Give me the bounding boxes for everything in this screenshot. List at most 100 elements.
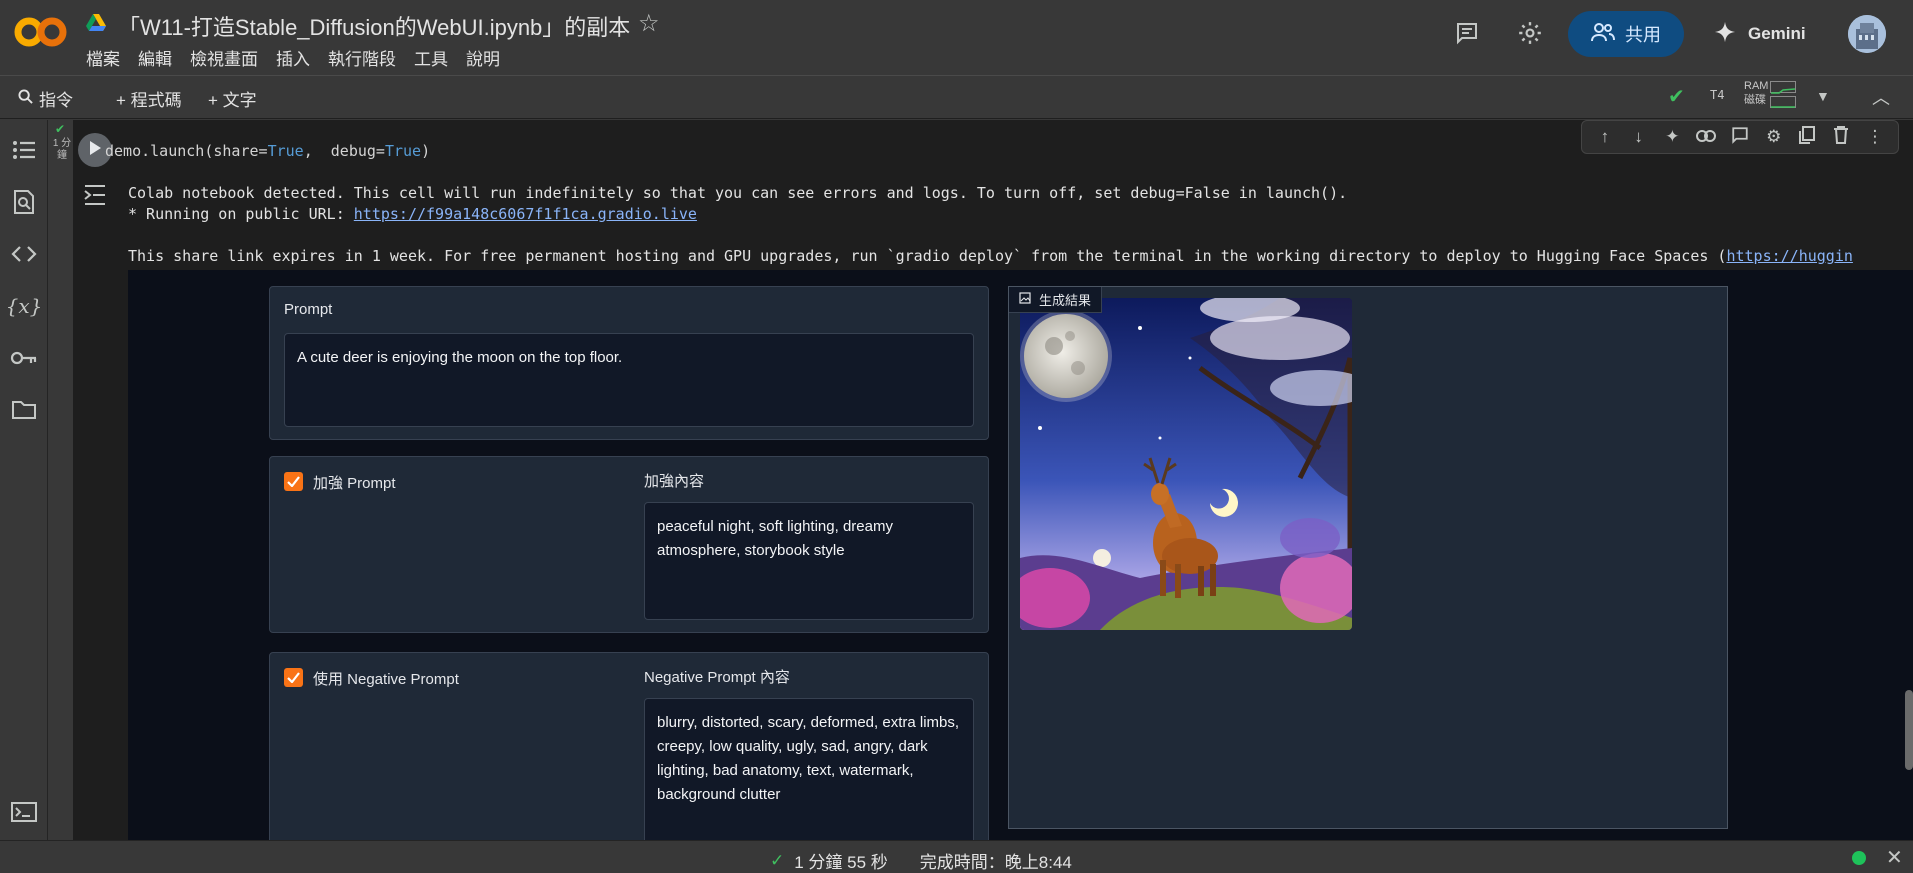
prompt-textbox[interactable]: A cute deer is enjoying the moon on the …: [284, 333, 974, 427]
code-true-debug: True: [384, 142, 422, 160]
resource-labels[interactable]: RAM 磁碟: [1744, 79, 1768, 107]
execution-status[interactable]: ✓ 1 分鐘 55 秒 完成時間：晚上8:44: [770, 848, 1072, 873]
header: 「W11-打造Stable_Diffusion的WebUI.ipynb」的副本 …: [0, 0, 1913, 75]
code-mid: , debug=: [303, 142, 385, 160]
menu-item-insert[interactable]: 插入: [276, 45, 310, 70]
variables-icon[interactable]: {x}: [6, 292, 43, 320]
gear-icon[interactable]: ⚙: [1761, 127, 1787, 147]
cell-gutter: ✔ 1 分鐘: [49, 120, 73, 840]
disk-meter: [1770, 96, 1796, 108]
comment-icon[interactable]: [1452, 18, 1482, 48]
cell-output-text: Colab notebook detected. This cell will …: [128, 183, 1853, 267]
runtime-type[interactable]: T4: [1710, 88, 1724, 102]
notebook-title[interactable]: 「W11-打造Stable_Diffusion的WebUI.ipynb」的副本: [118, 10, 630, 42]
add-code-button[interactable]: + 程式碼: [116, 86, 182, 111]
gemini-button[interactable]: Gemini: [1714, 16, 1806, 52]
enhance-content-textbox[interactable]: peaceful night, soft lighting, dreamy at…: [644, 502, 974, 620]
sparkle-icon[interactable]: ✦: [1659, 127, 1685, 147]
close-icon[interactable]: ✕: [1886, 845, 1903, 870]
status-footer: ✓ 1 分鐘 55 秒 完成時間：晚上8:44 ✕: [0, 840, 1913, 873]
output-toggle-icon[interactable]: [83, 184, 107, 211]
output-line-3-prefix: This share link expires in 1 week. For f…: [128, 247, 1727, 265]
comment-icon[interactable]: [1727, 126, 1753, 149]
execution-time: 1 分鐘: [52, 138, 72, 161]
move-up-icon[interactable]: ↑: [1592, 127, 1618, 147]
disk-label: 磁碟: [1744, 94, 1766, 106]
code-line[interactable]: demo.launch(share=True, debug=True): [105, 142, 430, 160]
left-sidebar: {x}: [0, 120, 48, 840]
enhance-checkbox-label[interactable]: 加強 Prompt: [313, 472, 396, 493]
generated-image[interactable]: [1020, 298, 1352, 630]
mirror-cell-icon[interactable]: [1794, 125, 1820, 149]
key-icon[interactable]: [10, 344, 38, 372]
ram-label: RAM: [1744, 80, 1769, 92]
negative-content-textbox[interactable]: blurry, distorted, scary, deformed, extr…: [644, 698, 974, 840]
code-suffix: ): [421, 142, 431, 160]
add-text-button[interactable]: + 文字: [208, 86, 257, 111]
colab-window: 「W11-打造Stable_Diffusion的WebUI.ipynb」的副本 …: [0, 0, 1913, 873]
output-label: 生成結果: [1039, 293, 1092, 308]
enhance-checkbox[interactable]: [284, 472, 303, 491]
menu-bar: 檔案 編輯 檢視畫面 插入 執行階段 工具 說明: [86, 45, 518, 70]
completed-time: 完成時間：晚上8:44: [919, 853, 1072, 872]
negative-checkbox-label[interactable]: 使用 Negative Prompt: [313, 668, 459, 689]
chevron-down-icon[interactable]: ▼: [1816, 88, 1830, 104]
connection-status-dot[interactable]: [1852, 851, 1866, 865]
connected-check-icon: ✔: [1668, 86, 1685, 108]
notebook-scrollbar-thumb[interactable]: [1905, 690, 1913, 770]
folder-icon[interactable]: [10, 396, 38, 424]
share-button[interactable]: 共用: [1568, 11, 1684, 57]
output-line-1: Colab notebook detected. This cell will …: [128, 184, 1348, 202]
cell-toolbar: ↑ ↓ ✦ ⚙ ⋮: [1581, 120, 1899, 154]
code-prefix: demo.launch(share=: [105, 142, 268, 160]
trash-icon[interactable]: [1828, 125, 1854, 149]
move-down-icon[interactable]: ↓: [1626, 127, 1652, 147]
command-palette-button[interactable]: 指令: [18, 86, 73, 111]
enhance-content-label: 加強內容: [644, 473, 705, 490]
menu-item-tools[interactable]: 工具: [414, 45, 448, 70]
gemini-label: Gemini: [1748, 24, 1806, 43]
output-label-tag: 生成結果: [1009, 287, 1103, 313]
notebook-main: ✔ 1 分鐘 demo.launch(share=True, debug=Tru…: [49, 120, 1913, 840]
command-label: 指令: [39, 91, 73, 110]
code-snippets-icon[interactable]: [10, 240, 38, 268]
menu-item-help[interactable]: 說明: [466, 45, 500, 70]
code-true-share: True: [267, 142, 304, 160]
menu-item-edit[interactable]: 編輯: [138, 45, 172, 70]
gradio-app: Prompt A cute deer is enjoying the moon …: [128, 270, 1913, 840]
menu-item-file[interactable]: 檔案: [86, 45, 120, 70]
negative-content-label: Negative Prompt 內容: [644, 669, 790, 686]
prompt-label: Prompt: [284, 301, 333, 318]
link-icon[interactable]: [1693, 127, 1719, 147]
people-icon: [1591, 22, 1615, 47]
google-drive-icon[interactable]: [86, 14, 106, 32]
check-icon: ✓: [770, 850, 785, 870]
menu-item-runtime[interactable]: 執行階段: [328, 45, 396, 70]
prompt-block: Prompt A cute deer is enjoying the moon …: [269, 286, 989, 440]
enhance-block: 加強 Prompt 加強內容 peaceful night, soft ligh…: [269, 456, 989, 633]
ram-meter: [1770, 81, 1796, 94]
huggingface-link[interactable]: https://huggin: [1726, 247, 1852, 265]
sparkle-icon: [1714, 21, 1736, 48]
negative-block: 使用 Negative Prompt Negative Prompt 內容 bl…: [269, 652, 989, 840]
share-label: 共用: [1625, 25, 1661, 45]
find-replace-icon[interactable]: [10, 188, 38, 216]
table-of-contents-icon[interactable]: [10, 136, 38, 164]
terminal-icon[interactable]: [10, 798, 38, 826]
more-vert-icon[interactable]: ⋮: [1862, 127, 1888, 147]
avatar[interactable]: [1848, 15, 1886, 53]
output-line-2: * Running on public URL: https://f99a148…: [128, 204, 1853, 225]
menu-item-view[interactable]: 檢視畫面: [190, 45, 258, 70]
play-icon: [88, 140, 102, 161]
star-icon[interactable]: ☆: [638, 9, 660, 38]
colab-logo[interactable]: [14, 14, 68, 50]
check-icon: [287, 476, 300, 487]
chevron-up-icon[interactable]: ︿: [1872, 84, 1890, 110]
search-icon: [18, 88, 33, 109]
negative-checkbox[interactable]: [284, 668, 303, 687]
cell-success-check-icon: ✔: [55, 122, 66, 136]
output-line-2-prefix: * Running on public URL:: [128, 205, 354, 223]
gear-icon[interactable]: [1515, 18, 1545, 48]
output-line-3: This share link expires in 1 week. For f…: [128, 246, 1853, 267]
public-url-link[interactable]: https://f99a148c6067f1f1ca.gradio.live: [354, 205, 697, 223]
